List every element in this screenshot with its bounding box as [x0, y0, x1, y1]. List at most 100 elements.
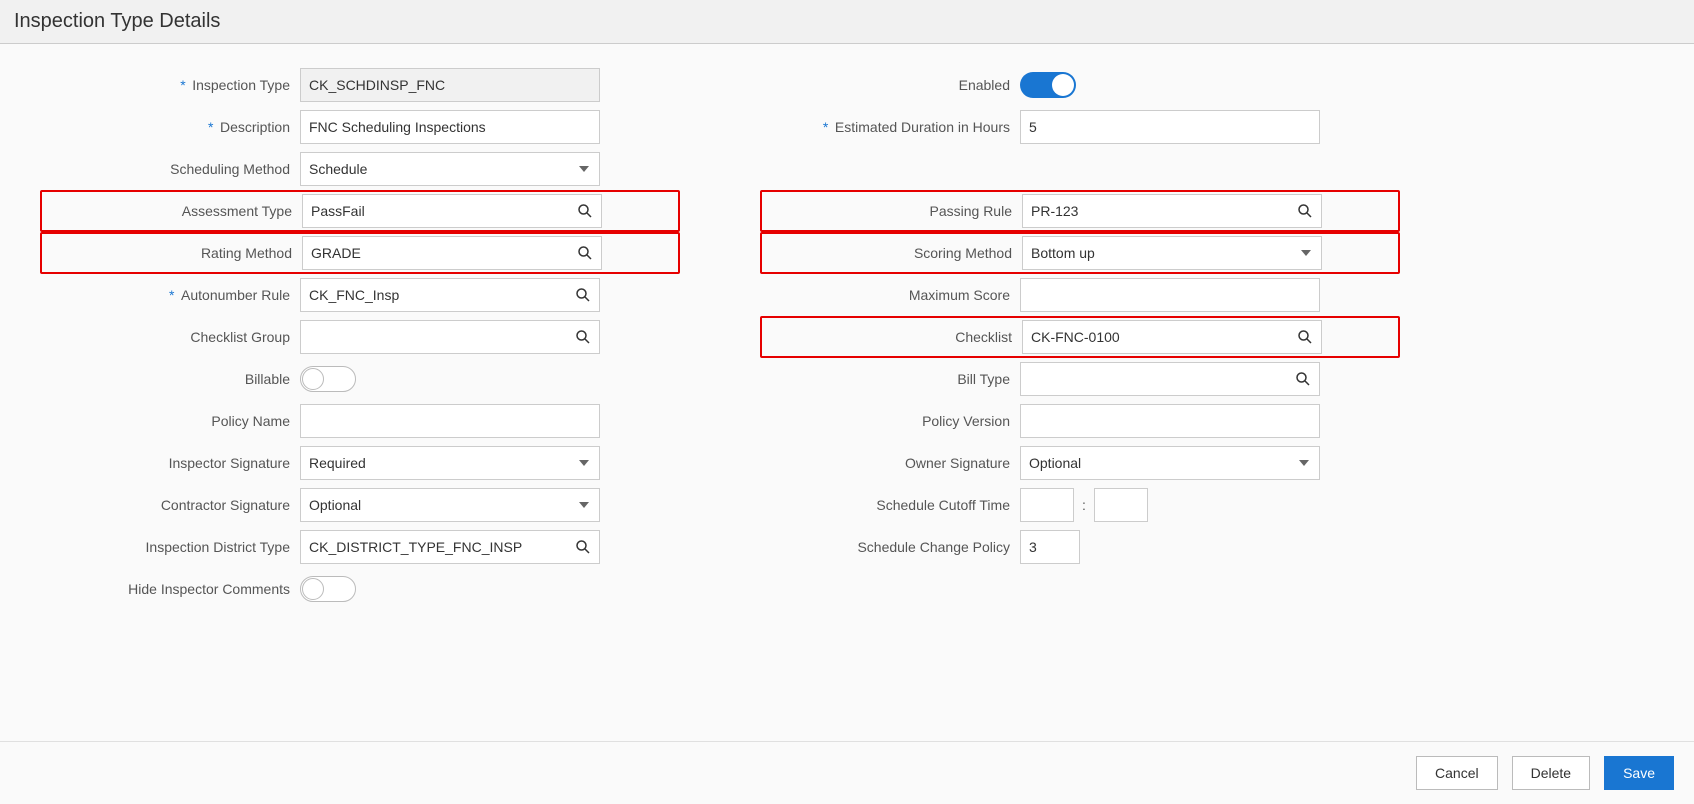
label-billable: Billable: [40, 371, 300, 387]
chevron-down-icon: [1299, 460, 1309, 466]
schedule-change-policy-input[interactable]: 3: [1020, 530, 1080, 564]
right-column: Enabled * Estimated Duration in Hours 5 …: [760, 64, 1400, 610]
owner-signature-select[interactable]: Optional: [1020, 446, 1320, 480]
label-schedule-cutoff-time: Schedule Cutoff Time: [760, 497, 1020, 513]
row-scoring-method: Scoring Method Bottom up: [760, 232, 1400, 274]
field-autonumber-rule: CK_FNC_Insp: [300, 278, 600, 312]
search-icon[interactable]: [577, 245, 593, 261]
scoring-method-select[interactable]: Bottom up: [1022, 236, 1322, 270]
cancel-button[interactable]: Cancel: [1416, 756, 1498, 790]
inspector-signature-select[interactable]: Required: [300, 446, 600, 480]
scheduling-method-select[interactable]: Schedule: [300, 152, 600, 186]
save-button[interactable]: Save: [1604, 756, 1674, 790]
field-owner-signature: Optional: [1020, 446, 1320, 480]
row-description: * Description FNC Scheduling Inspections: [40, 106, 680, 148]
label-policy-version: Policy Version: [760, 413, 1020, 429]
field-contractor-signature: Optional: [300, 488, 600, 522]
field-policy-name: [300, 404, 600, 438]
chevron-down-icon: [579, 502, 589, 508]
contractor-signature-select[interactable]: Optional: [300, 488, 600, 522]
row-passing-rule: Passing Rule PR-123: [760, 190, 1400, 232]
label-estimated-duration: * Estimated Duration in Hours: [760, 119, 1020, 135]
required-indicator: *: [208, 119, 213, 135]
label-inspection-type: * Inspection Type: [40, 77, 300, 93]
label-rating-method: Rating Method: [42, 245, 302, 261]
field-schedule-cutoff-time: :: [1020, 488, 1320, 522]
search-icon[interactable]: [1297, 203, 1313, 219]
row-contractor-signature: Contractor Signature Optional: [40, 484, 680, 526]
row-hide-inspector-comments: Hide Inspector Comments: [40, 568, 680, 610]
search-icon[interactable]: [575, 329, 591, 345]
checklist-input[interactable]: CK-FNC-0100: [1022, 320, 1322, 354]
toggle-knob: [1052, 74, 1074, 96]
spacer-row: [760, 148, 1400, 190]
field-inspector-signature: Required: [300, 446, 600, 480]
row-owner-signature: Owner Signature Optional: [760, 442, 1400, 484]
policy-version-input[interactable]: [1020, 404, 1320, 438]
hide-inspector-comments-toggle[interactable]: [300, 576, 356, 602]
field-passing-rule: PR-123: [1022, 194, 1322, 228]
field-checklist: CK-FNC-0100: [1022, 320, 1322, 354]
label-contractor-signature: Contractor Signature: [40, 497, 300, 513]
toggle-knob: [302, 368, 324, 390]
required-indicator: *: [169, 287, 174, 303]
search-icon[interactable]: [575, 287, 591, 303]
billable-toggle[interactable]: [300, 366, 356, 392]
toggle-knob: [302, 578, 324, 600]
row-inspection-district-type: Inspection District Type CK_DISTRICT_TYP…: [40, 526, 680, 568]
page-title: Inspection Type Details: [14, 10, 1680, 33]
footer-actions: Cancel Delete Save: [0, 741, 1694, 804]
search-icon[interactable]: [1297, 329, 1313, 345]
label-checklist-group: Checklist Group: [40, 329, 300, 345]
field-scoring-method: Bottom up: [1022, 236, 1322, 270]
row-checklist: Checklist CK-FNC-0100: [760, 316, 1400, 358]
field-estimated-duration: 5: [1020, 110, 1320, 144]
row-inspection-type: * Inspection Type CK_SCHDINSP_FNC: [40, 64, 680, 106]
inspection-district-type-input[interactable]: CK_DISTRICT_TYPE_FNC_INSP: [300, 530, 600, 564]
label-passing-rule: Passing Rule: [762, 203, 1022, 219]
maximum-score-input[interactable]: [1020, 278, 1320, 312]
enabled-toggle[interactable]: [1020, 72, 1076, 98]
chevron-down-icon: [579, 166, 589, 172]
row-maximum-score: Maximum Score: [760, 274, 1400, 316]
description-input[interactable]: FNC Scheduling Inspections: [300, 110, 600, 144]
policy-name-input[interactable]: [300, 404, 600, 438]
field-billable: [300, 366, 600, 392]
chevron-down-icon: [579, 460, 589, 466]
search-icon[interactable]: [575, 539, 591, 555]
field-inspection-district-type: CK_DISTRICT_TYPE_FNC_INSP: [300, 530, 600, 564]
form-body: * Inspection Type CK_SCHDINSP_FNC * Desc…: [0, 44, 1694, 630]
row-assessment-type: Assessment Type PassFail: [40, 190, 680, 232]
rating-method-input[interactable]: GRADE: [302, 236, 602, 270]
label-scoring-method: Scoring Method: [762, 245, 1022, 261]
autonumber-rule-input[interactable]: CK_FNC_Insp: [300, 278, 600, 312]
field-bill-type: [1020, 362, 1320, 396]
passing-rule-input[interactable]: PR-123: [1022, 194, 1322, 228]
delete-button[interactable]: Delete: [1512, 756, 1590, 790]
estimated-duration-input[interactable]: 5: [1020, 110, 1320, 144]
row-autonumber-rule: * Autonumber Rule CK_FNC_Insp: [40, 274, 680, 316]
row-policy-name: Policy Name: [40, 400, 680, 442]
field-hide-inspector-comments: [300, 576, 600, 602]
search-icon[interactable]: [1295, 371, 1311, 387]
chevron-down-icon: [1301, 250, 1311, 256]
search-icon[interactable]: [577, 203, 593, 219]
label-maximum-score: Maximum Score: [760, 287, 1020, 303]
time-separator: :: [1082, 497, 1086, 513]
row-bill-type: Bill Type: [760, 358, 1400, 400]
field-assessment-type: PassFail: [302, 194, 602, 228]
field-enabled: [1020, 72, 1320, 98]
row-estimated-duration: * Estimated Duration in Hours 5: [760, 106, 1400, 148]
label-schedule-change-policy: Schedule Change Policy: [760, 539, 1020, 555]
cutoff-minutes-input[interactable]: [1094, 488, 1148, 522]
assessment-type-input[interactable]: PassFail: [302, 194, 602, 228]
bill-type-input[interactable]: [1020, 362, 1320, 396]
checklist-group-input[interactable]: [300, 320, 600, 354]
row-rating-method: Rating Method GRADE: [40, 232, 680, 274]
label-bill-type: Bill Type: [760, 371, 1020, 387]
field-schedule-change-policy: 3: [1020, 530, 1080, 564]
field-checklist-group: [300, 320, 600, 354]
label-inspector-signature: Inspector Signature: [40, 455, 300, 471]
row-scheduling-method: Scheduling Method Schedule: [40, 148, 680, 190]
cutoff-hours-input[interactable]: [1020, 488, 1074, 522]
